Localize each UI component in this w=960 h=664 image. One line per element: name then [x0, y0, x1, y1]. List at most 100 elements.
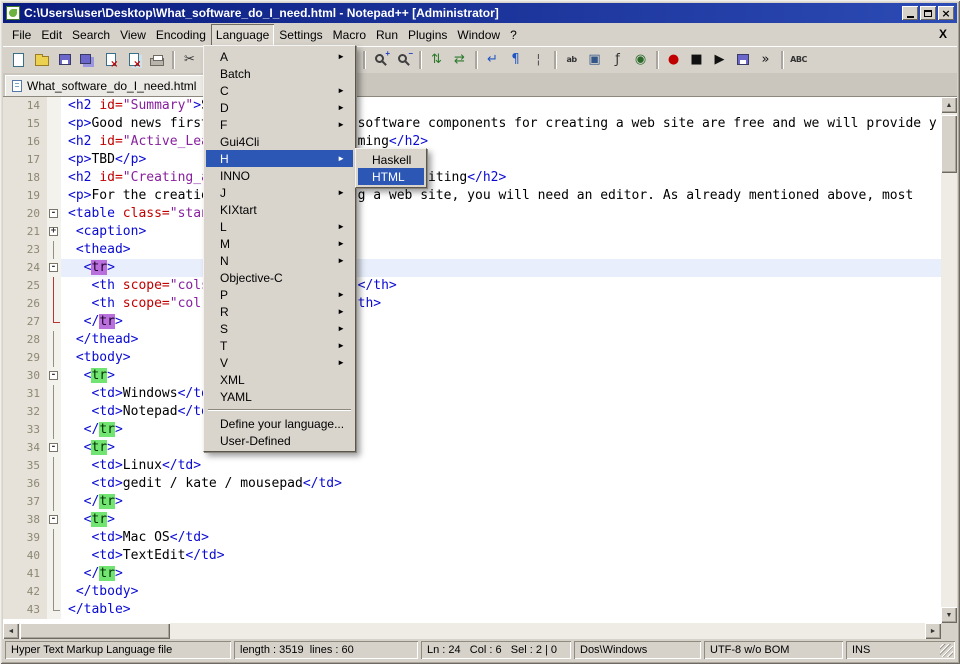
language-menu-item-inno[interactable]: INNO	[206, 167, 353, 184]
fold-collapse-icon[interactable]: -	[49, 263, 58, 272]
tab-what-software-do-i-need[interactable]: What_software_do_I_need.html ×	[5, 75, 218, 96]
menubar-item-window[interactable]: Window	[452, 24, 505, 46]
close-file-button[interactable]	[100, 49, 121, 70]
language-menu-item-gui4cli[interactable]: Gui4Cli	[206, 133, 353, 150]
user-defined-dialog-button[interactable]: ab	[561, 49, 582, 70]
language-menu-item-p[interactable]: P►	[206, 286, 353, 303]
fold-collapse-icon[interactable]: -	[49, 371, 58, 380]
scroll-left-button[interactable]: ◄	[3, 623, 19, 639]
language-menu-item-xml[interactable]: XML	[206, 371, 353, 388]
code-line[interactable]: 28 </thead>	[3, 331, 941, 349]
run-macro-multiple-button[interactable]: »	[755, 49, 776, 70]
fold-toggle[interactable]: -	[47, 259, 61, 277]
language-menu-item-j[interactable]: J►	[206, 184, 353, 201]
code-line[interactable]: 40 <td>TextEdit</td>	[3, 547, 941, 565]
code-line[interactable]: 18<h2 id="Creating_and_editing">Webpages…	[3, 169, 941, 187]
menubar-item-help[interactable]: ?	[505, 24, 522, 46]
language-menu-item-f[interactable]: F►	[206, 116, 353, 133]
menubar-item-settings[interactable]: Settings	[274, 24, 327, 46]
menubar-close-document-button[interactable]: X	[939, 27, 947, 41]
vertical-scroll-thumb[interactable]	[941, 115, 957, 173]
scroll-up-button[interactable]: ▲	[941, 97, 957, 113]
language-menu-item-objective-c[interactable]: Objective-C	[206, 269, 353, 286]
print-button[interactable]	[146, 49, 167, 70]
fold-expand-icon[interactable]: +	[49, 227, 58, 236]
open-file-button[interactable]	[31, 49, 52, 70]
indent-guide-button[interactable]: ¦	[528, 49, 549, 70]
minimize-button[interactable]	[902, 6, 918, 20]
language-submenu-item-haskell[interactable]: Haskell	[358, 151, 424, 168]
code-line[interactable]: 34- <tr>	[3, 439, 941, 457]
zoom-out-button[interactable]: −	[393, 49, 414, 70]
code-line[interactable]: 17<p>TBD</p>	[3, 151, 941, 169]
language-menu-item-yaml[interactable]: YAML	[206, 388, 353, 405]
close-all-button[interactable]	[123, 49, 144, 70]
language-menu-item-a[interactable]: A►	[206, 48, 353, 65]
language-menu-item-m[interactable]: M►	[206, 235, 353, 252]
language-menu-item-d[interactable]: D►	[206, 99, 353, 116]
language-menu-item-t[interactable]: T►	[206, 337, 353, 354]
fold-toggle[interactable]: -	[47, 205, 61, 223]
fold-toggle[interactable]: -	[47, 439, 61, 457]
resize-grip[interactable]	[940, 644, 953, 657]
language-menu-item-user-defined[interactable]: User-Defined	[206, 432, 353, 449]
code-line[interactable]: 39 <td>Mac OS</td>	[3, 529, 941, 547]
code-line[interactable]: 38- <tr>	[3, 511, 941, 529]
code-line[interactable]: 41 </tr>	[3, 565, 941, 583]
code-line[interactable]: 30- <tr>	[3, 367, 941, 385]
code-line[interactable]: 21+ <caption>	[3, 223, 941, 241]
code-line[interactable]: 20-<table class="standard-table">	[3, 205, 941, 223]
language-menu-item-h[interactable]: H►	[206, 150, 353, 167]
code-line[interactable]: 16<h2 id="Active_Learning">Learn program…	[3, 133, 941, 151]
save-macro-button[interactable]	[732, 49, 753, 70]
language-menu-item-define-your-language[interactable]: Define your language...	[206, 415, 353, 432]
menubar-item-edit[interactable]: Edit	[36, 24, 67, 46]
code-line[interactable]: 37 </tr>	[3, 493, 941, 511]
function-list-button[interactable]: ƒ	[607, 49, 628, 70]
language-menu-item-v[interactable]: V►	[206, 354, 353, 371]
record-macro-button[interactable]: ●	[663, 49, 684, 70]
vertical-scrollbar[interactable]: ▲ ▼	[941, 97, 957, 623]
fold-collapse-icon[interactable]: -	[49, 515, 58, 524]
menubar-item-macro[interactable]: Macro	[328, 24, 371, 46]
horizontal-scroll-thumb[interactable]	[20, 623, 170, 639]
language-menu-item-kixtart[interactable]: KIXtart	[206, 201, 353, 218]
show-all-characters-button[interactable]: ¶	[505, 49, 526, 70]
close-button[interactable]: ×	[938, 6, 954, 20]
code-line[interactable]: 35 <td>Linux</td>	[3, 457, 941, 475]
code-line[interactable]: 14<h2 id="Summary">Summary</h2>	[3, 97, 941, 115]
fold-toggle[interactable]: -	[47, 367, 61, 385]
monitoring-button[interactable]: ◉	[630, 49, 651, 70]
language-menu-item-r[interactable]: R►	[206, 303, 353, 320]
menubar-item-search[interactable]: Search	[67, 24, 115, 46]
language-menu-item-batch[interactable]: Batch	[206, 65, 353, 82]
menubar-item-encoding[interactable]: Encoding	[151, 24, 211, 46]
menubar-item-plugins[interactable]: Plugins	[403, 24, 452, 46]
code-line[interactable]: 26 <th scope="col">Editing software</th>	[3, 295, 941, 313]
code-line[interactable]: 19<p>For the creation or for the editing…	[3, 187, 941, 205]
save-all-button[interactable]	[77, 49, 98, 70]
fold-collapse-icon[interactable]: -	[49, 209, 58, 218]
zoom-in-button[interactable]: +	[370, 49, 391, 70]
restore-button[interactable]	[920, 6, 936, 20]
code-line[interactable]: 31 <td>Windows</td>	[3, 385, 941, 403]
save-file-button[interactable]	[54, 49, 75, 70]
code-line[interactable]: 43</table>	[3, 601, 941, 619]
language-menu-item-s[interactable]: S►	[206, 320, 353, 337]
menubar-item-run[interactable]: Run	[371, 24, 403, 46]
code-line[interactable]: 24- <tr>	[3, 259, 941, 277]
sync-horizontal-button[interactable]: ⇄	[449, 49, 470, 70]
fold-toggle[interactable]: -	[47, 511, 61, 529]
document-map-button[interactable]: ▣	[584, 49, 605, 70]
spell-check-button[interactable]: ABC	[788, 49, 809, 70]
code-line[interactable]: 25 <th scope="cols">Operating systems</t…	[3, 277, 941, 295]
cut-button[interactable]: ✂	[179, 49, 200, 70]
fold-toggle[interactable]: +	[47, 223, 61, 241]
code-line[interactable]: 42 </tbody>	[3, 583, 941, 601]
language-menu-item-l[interactable]: L►	[206, 218, 353, 235]
menubar-item-view[interactable]: View	[115, 24, 151, 46]
language-menu-item-n[interactable]: N►	[206, 252, 353, 269]
scroll-right-button[interactable]: ►	[925, 623, 941, 639]
sync-vertical-button[interactable]: ⇅	[426, 49, 447, 70]
language-menu-item-c[interactable]: C►	[206, 82, 353, 99]
